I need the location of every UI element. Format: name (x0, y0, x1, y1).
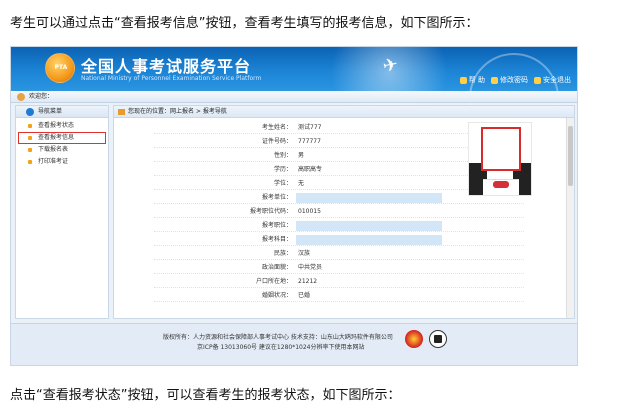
sidebar-header-label: 导航菜单 (38, 108, 63, 115)
sidebar-item-download-form[interactable]: 下载报名表 (16, 144, 108, 156)
vertical-scrollbar[interactable] (566, 118, 574, 318)
sidebar-item-view-info[interactable]: 查看报考信息 (18, 132, 106, 144)
help-link[interactable]: 帮 助 (459, 75, 485, 85)
logout-link[interactable]: 安全退出 (534, 75, 571, 85)
form-value: 21212 (298, 278, 318, 285)
applicant-photo (468, 122, 532, 196)
welcome-bar: 欢迎您： (11, 91, 577, 103)
police-badge-icon[interactable] (405, 330, 423, 348)
welcome-text: 欢迎您： (29, 93, 54, 100)
sidebar-item-label: 下载报名表 (38, 146, 69, 153)
footer-copyright: 版权所有：人力资源和社会保障部人事考试中心 技术支持：山东山大鸥玛软件有限公司 (163, 334, 393, 341)
footer: 版权所有：人力资源和社会保障部人事考试中心 技术支持：山东山大鸥玛软件有限公司 … (11, 323, 577, 365)
form-value: 汉族 (298, 250, 311, 257)
sidebar-item-view-status[interactable]: 查看报考状态 (16, 120, 108, 132)
user-avatar-icon (17, 93, 25, 101)
logo-text: PTA (54, 64, 68, 71)
employer-field (296, 193, 442, 203)
scrollbar-thumb[interactable] (568, 126, 573, 186)
form-label: 学历： (273, 166, 292, 173)
bullet-icon (28, 124, 32, 128)
sidebar: 导航菜单 查看报考状态 查看报考信息 下载报名表 打印准考证 (15, 105, 109, 319)
logout-icon (534, 76, 541, 84)
site-subtitle: National Ministry of Personnel Examinati… (81, 75, 262, 82)
sidebar-item-label: 打印准考证 (38, 158, 69, 165)
subject-field (296, 235, 442, 245)
position-field (296, 221, 442, 231)
form-row-marital-status: 婚姻状况： 已婚 (154, 290, 524, 302)
form-label: 报考单位： (261, 194, 292, 201)
certification-icon[interactable] (429, 330, 447, 348)
sidebar-header: 导航菜单 (16, 106, 108, 118)
form-row-household: 户口所在地： 21212 (154, 276, 524, 288)
help-link-label: 帮 助 (468, 76, 485, 84)
home-icon (118, 109, 125, 115)
change-password-label: 修改密码 (500, 76, 528, 84)
intro-text: 考生可以通过点击“查看报考信息”按钮，查看考生填写的报考信息，如下图所示： (10, 16, 479, 31)
form-value: 中共党员 (298, 264, 323, 271)
form-value: 测试777 (298, 124, 322, 131)
sidebar-item-label: 查看报考状态 (38, 122, 75, 129)
help-icon (459, 76, 467, 84)
main-panel: 您现在的位置：网上报名 > 报考导航 考生姓名： 测试777 证件号码： 777… (113, 105, 575, 319)
site-logo[interactable]: PTA (45, 53, 75, 83)
form-label: 政治面貌： (261, 264, 292, 271)
screenshot-frame: PTA 全国人事考试服务平台 National Ministry of Pers… (10, 46, 578, 366)
bullet-icon (28, 136, 32, 140)
form-label: 报考职位代码： (249, 208, 292, 215)
form-value: 已婚 (298, 292, 311, 299)
breadcrumb: 您现在的位置：网上报名 > 报考导航 (114, 106, 574, 118)
footer-icp: 京ICP备 13013060号 建议在1280*1024分辨率下使用本网站 (197, 344, 365, 351)
form-value: 010015 (298, 208, 321, 215)
header-links: 帮 助 修改密码 安全退出 (459, 75, 571, 85)
form-row-political-status: 政治面貌： 中共党员 (154, 262, 524, 274)
form-value: 男 (298, 152, 305, 159)
sidebar-item-label: 查看报考信息 (38, 134, 75, 141)
form-value: 777777 (298, 138, 321, 145)
form-label: 婚姻状况： (261, 292, 292, 299)
photo-bow (493, 181, 509, 188)
form-row-ethnicity: 民族： 汉族 (154, 248, 524, 260)
form-row-subject: 报考科目： (154, 234, 524, 246)
form-label: 性别： (273, 152, 292, 159)
form-label: 学位： (273, 180, 292, 187)
breadcrumb-text: 您现在的位置：网上报名 > 报考导航 (128, 108, 227, 115)
logout-label: 安全退出 (543, 76, 571, 84)
bullet-icon (28, 148, 32, 152)
face-redaction-box (481, 127, 521, 171)
key-icon (491, 76, 498, 84)
form-value: 高职高专 (298, 166, 323, 173)
form-label: 户口所在地： (255, 278, 292, 285)
bullet-icon (28, 160, 32, 164)
form-label: 报考职位： (261, 222, 292, 229)
form-value: 无 (298, 180, 305, 187)
form-label: 报考科目： (261, 236, 292, 243)
form-label: 民族： (273, 250, 292, 257)
site-title: 全国人事考试服务平台 (81, 57, 252, 76)
change-password-link[interactable]: 修改密码 (491, 75, 528, 85)
header-banner: PTA 全国人事考试服务平台 National Ministry of Pers… (11, 47, 577, 143)
sidebar-item-print-ticket[interactable]: 打印准考证 (16, 156, 108, 168)
form-label: 考生姓名： (261, 124, 292, 131)
menu-icon (26, 108, 34, 116)
form-row-position-code: 报考职位代码： 010015 (154, 206, 524, 218)
form-label: 证件号码： (261, 138, 292, 145)
outro-text: 点击“查看报考状态”按钮，可以查看考生的报考状态，如下图所示： (10, 388, 401, 403)
form-row-position: 报考职位： (154, 220, 524, 232)
